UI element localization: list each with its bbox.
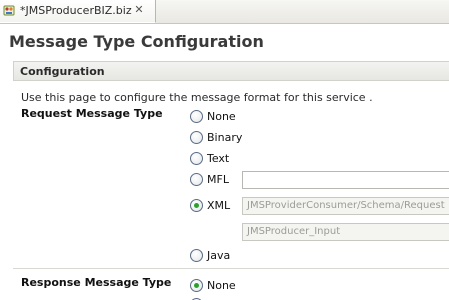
xml-element-field[interactable]: JMSProducer_Input [242, 223, 449, 241]
request-java-label: Java [207, 249, 231, 262]
editor-window: *JMSProducerBIZ.biz ✕ Message Type Confi… [0, 0, 449, 300]
xml-schema-value: JMSProviderConsumer/Schema/Request [247, 200, 445, 211]
business-service-icon [3, 5, 15, 16]
page-title: Message Type Configuration [9, 32, 264, 51]
request-text-radio[interactable] [190, 152, 203, 165]
request-xml-radio[interactable] [190, 199, 203, 212]
request-mfl-label: MFL [207, 173, 229, 186]
response-none-radio[interactable] [190, 279, 203, 292]
section-description: Use this page to configure the message f… [21, 91, 373, 104]
response-message-type-label: Response Message Type [21, 276, 172, 289]
configuration-section-header[interactable]: Configuration [13, 61, 449, 81]
request-binary-radio[interactable] [190, 131, 203, 144]
mfl-resource-field[interactable] [242, 171, 449, 189]
editor-tab-label: *JMSProducerBIZ.biz [20, 4, 132, 17]
request-binary-label: Binary [207, 131, 243, 144]
response-none-label: None [207, 279, 236, 292]
section-divider [13, 268, 449, 269]
request-message-type-label: Request Message Type [21, 107, 163, 120]
editor-tab[interactable]: *JMSProducerBIZ.biz ✕ [0, 0, 156, 23]
close-icon[interactable]: ✕ [132, 3, 146, 17]
section-title: Configuration [20, 65, 105, 78]
xml-element-value: JMSProducer_Input [247, 226, 341, 237]
request-text-label: Text [207, 152, 230, 165]
request-java-radio[interactable] [190, 249, 203, 262]
request-mfl-radio[interactable] [190, 173, 203, 186]
xml-schema-field[interactable]: JMSProviderConsumer/Schema/Request [242, 197, 449, 215]
request-none-radio[interactable] [190, 110, 203, 123]
request-none-label: None [207, 110, 236, 123]
editor-tab-bar: *JMSProducerBIZ.biz ✕ [0, 0, 449, 24]
request-xml-label: XML [207, 199, 231, 212]
